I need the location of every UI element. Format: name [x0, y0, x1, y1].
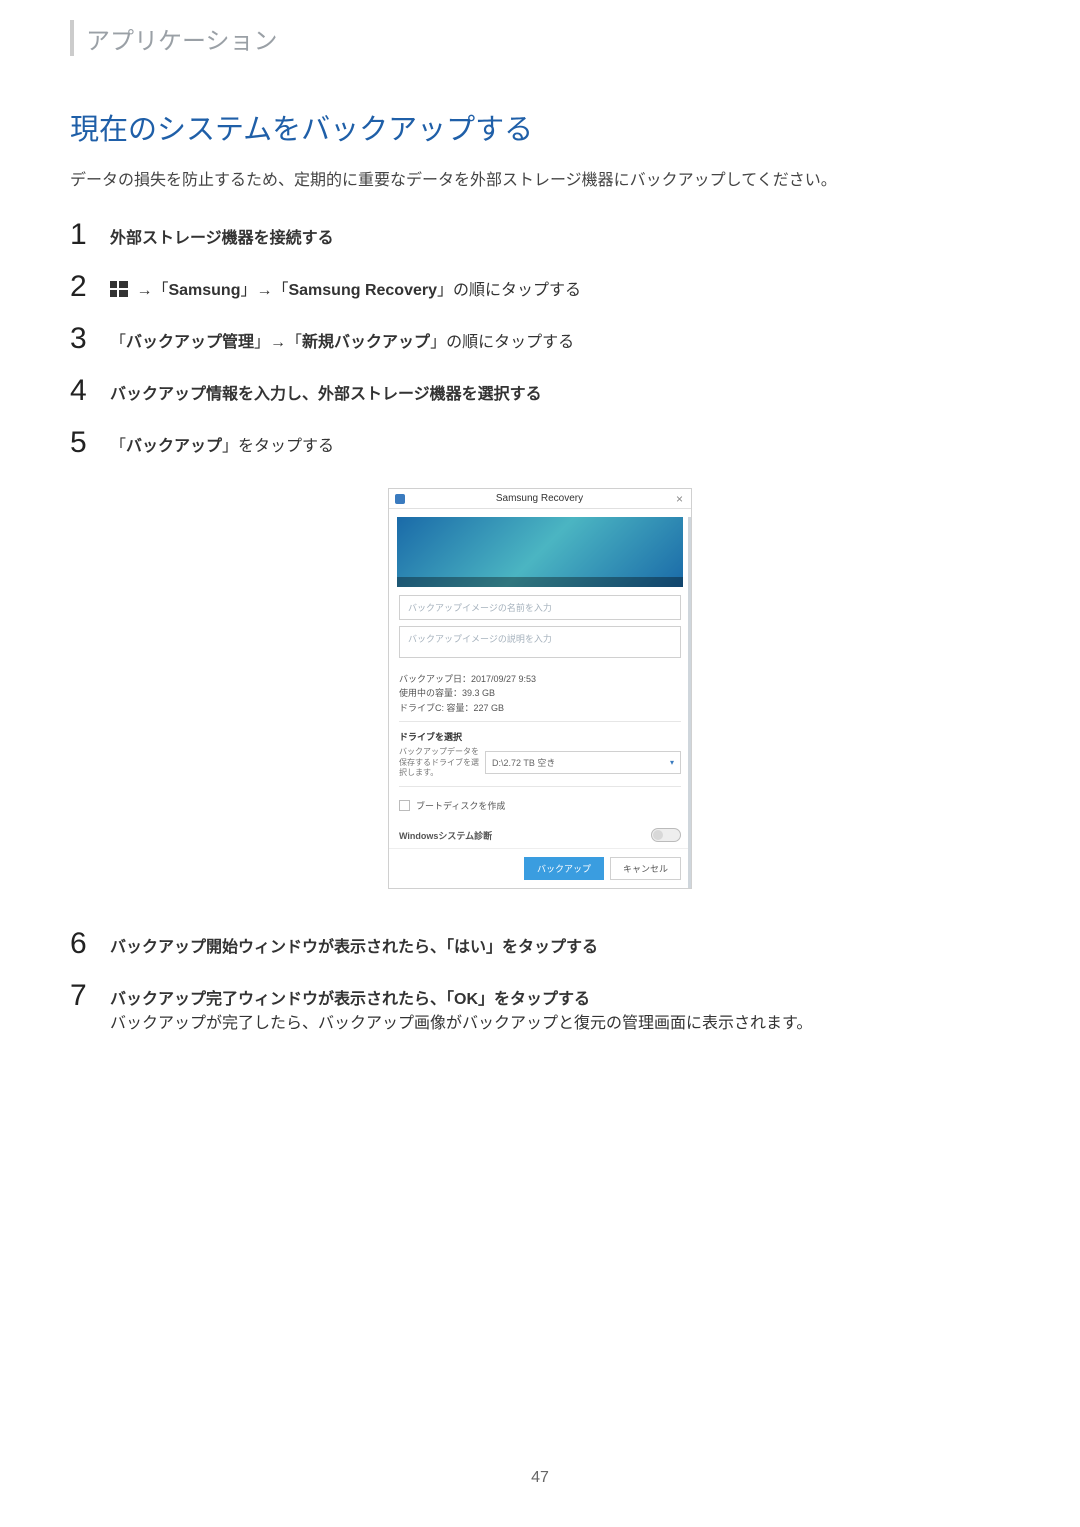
- backup-name-input[interactable]: バックアップイメージの名前を入力: [399, 595, 681, 620]
- step-text: バックアップが完了したら、バックアップ画像がバックアップと復元の管理画面に表示さ…: [110, 1015, 812, 1032]
- step-text: 」→「: [240, 282, 288, 299]
- step-number: 6: [70, 929, 102, 959]
- step-text: 」をタップする: [222, 438, 334, 455]
- step-number: 1: [70, 220, 102, 250]
- step-item: 7 バックアップ完了ウィンドウが表示されたら、「OK」をタップするバックアップが完…: [70, 981, 1010, 1033]
- step-text: 「: [110, 334, 126, 351]
- step-text: バックアップ情報を入力し、外部ストレージ機器を選択する: [110, 386, 542, 403]
- backup-button[interactable]: バックアップ: [524, 857, 604, 880]
- step-text: バックアップ完了ウィンドウが表示されたら、「OK」をタップする: [110, 991, 590, 1008]
- breadcrumb: アプリケーション: [70, 20, 1010, 56]
- drive-help-text: バックアップデータを保存するドライブを選択します。: [399, 747, 479, 778]
- section-title: 現在のシステムをバックアップする: [70, 106, 1010, 148]
- step-item: 2 →「Samsung」→「Samsung Recovery」の順にタップする: [70, 272, 1010, 302]
- app-icon: [395, 494, 405, 504]
- chevron-down-icon: ▾: [670, 758, 674, 767]
- step-body: バックアップ情報を入力し、外部ストレージ機器を選択する: [110, 376, 542, 404]
- step-text: 新規バックアップ: [302, 334, 430, 351]
- step-item: 1 外部ストレージ機器を接続する: [70, 220, 1010, 250]
- step-number: 2: [70, 272, 102, 302]
- breadcrumb-divider: [70, 20, 74, 56]
- step-body: 「バックアップ」をタップする: [110, 428, 334, 456]
- used-capacity: 使用中の容量：39.3 GB: [399, 686, 681, 700]
- step-text: 」の順にタップする: [437, 282, 581, 299]
- backup-date: バックアップ日：2017/09/27 9:53: [399, 672, 681, 686]
- step-body: 「バックアップ管理」→「新規バックアップ」の順にタップする: [110, 324, 574, 352]
- drive-select[interactable]: D:\2.72 TB 空き ▾: [485, 751, 681, 774]
- drive-c-capacity: ドライブC: 容量：227 GB: [399, 701, 681, 715]
- step-item: 3 「バックアップ管理」→「新規バックアップ」の順にタップする: [70, 324, 1010, 354]
- windows-diag-label: Windowsシステム診断: [399, 829, 492, 842]
- step-text: バックアップ: [126, 438, 222, 455]
- windows-diag-toggle[interactable]: [651, 828, 681, 842]
- dialog-title: Samsung Recovery: [405, 493, 674, 504]
- boot-disk-checkbox[interactable]: [399, 800, 410, 811]
- boot-disk-label: ブートディスクを作成: [416, 799, 505, 812]
- step-text: 外部ストレージ機器を接続する: [110, 230, 334, 247]
- step-number: 5: [70, 428, 102, 458]
- samsung-recovery-dialog: Samsung Recovery × バックアップイメージの名前を入力 バックア…: [388, 488, 692, 889]
- step-text: 「: [110, 438, 126, 455]
- step-item: 5 「バックアップ」をタップする: [70, 428, 1010, 458]
- page-number: 47: [0, 1469, 1080, 1487]
- scrollbar[interactable]: [688, 517, 691, 888]
- step-text: →「: [132, 282, 168, 299]
- step-number: 7: [70, 981, 102, 1011]
- step-body: 外部ストレージ機器を接続する: [110, 220, 334, 248]
- step-text: バックアップ開始ウィンドウが表示されたら、「はい」をタップする: [110, 939, 598, 956]
- step-number: 3: [70, 324, 102, 354]
- step-text: バックアップ管理: [126, 334, 254, 351]
- step-body: バックアップ開始ウィンドウが表示されたら、「はい」をタップする: [110, 929, 598, 957]
- drive-section-label: ドライブを選択: [389, 724, 691, 745]
- windows-start-icon: [110, 281, 128, 297]
- intro-text: データの損失を防止するため、定期的に重要なデータを外部ストレージ機器にバックアッ…: [70, 166, 1010, 190]
- step-item: 4 バックアップ情報を入力し、外部ストレージ機器を選択する: [70, 376, 1010, 406]
- step-item: 6 バックアップ開始ウィンドウが表示されたら、「はい」をタップする: [70, 929, 1010, 959]
- step-body: バックアップ完了ウィンドウが表示されたら、「OK」をタップするバックアップが完了…: [110, 981, 812, 1033]
- wallpaper-preview: [397, 517, 683, 587]
- step-body: →「Samsung」→「Samsung Recovery」の順にタップする: [110, 272, 581, 300]
- step-text: Samsung Recovery: [288, 282, 437, 299]
- breadcrumb-text: アプリケーション: [86, 21, 278, 56]
- drive-select-value: D:\2.72 TB 空き: [492, 756, 555, 769]
- close-icon[interactable]: ×: [674, 492, 685, 506]
- backup-desc-input[interactable]: バックアップイメージの説明を入力: [399, 626, 681, 658]
- step-number: 4: [70, 376, 102, 406]
- step-text: Samsung: [168, 282, 240, 299]
- step-text: 」→「: [254, 334, 302, 351]
- step-text: 」の順にタップする: [430, 334, 574, 351]
- cancel-button[interactable]: キャンセル: [610, 857, 681, 880]
